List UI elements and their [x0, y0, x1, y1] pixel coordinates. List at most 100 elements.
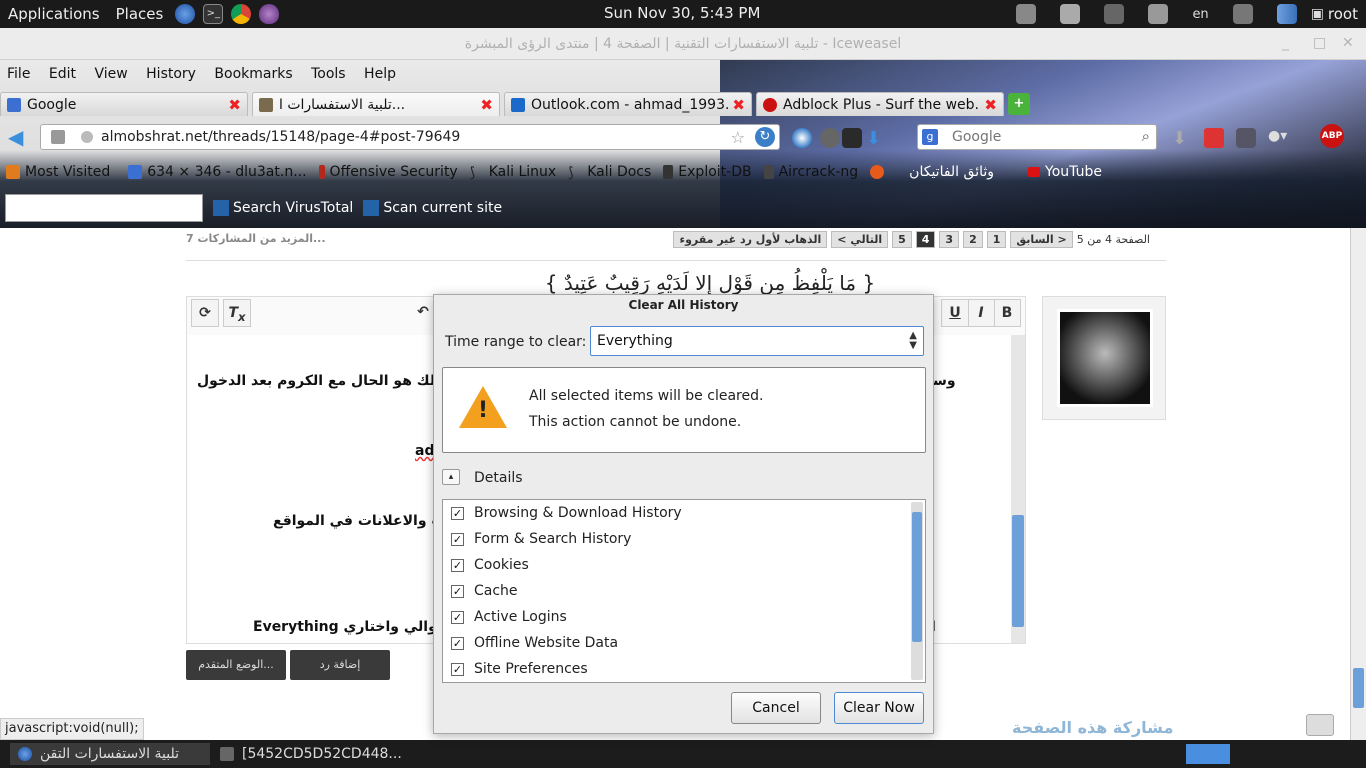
- url-bar[interactable]: almobshrat.net/threads/15148/page-4#post…: [40, 124, 780, 150]
- signal-icon[interactable]: [1276, 4, 1297, 24]
- page-scrollbar[interactable]: [1350, 228, 1366, 740]
- back-arrow-icon[interactable]: ◀: [8, 126, 30, 148]
- user-menu[interactable]: root: [1328, 5, 1358, 23]
- details-toggle-button[interactable]: ▴: [442, 469, 460, 485]
- bookmark-most-visited[interactable]: Most Visited: [6, 164, 110, 180]
- url-text[interactable]: almobshrat.net/threads/15148/page-4#post…: [101, 129, 460, 145]
- bluetooth-icon[interactable]: [1232, 4, 1253, 24]
- scan-current-site-button[interactable]: Scan current site: [363, 200, 502, 216]
- remove-format-icon[interactable]: Tx: [223, 299, 251, 327]
- list-scrollbar[interactable]: [911, 502, 923, 680]
- bookmark-unnamed[interactable]: [870, 165, 889, 179]
- home-icon[interactable]: [1204, 128, 1224, 148]
- search-virustotal-button[interactable]: Search VirusTotal: [213, 200, 353, 216]
- keyboard-layout[interactable]: en: [1192, 7, 1208, 22]
- notification-icon[interactable]: ●▾: [1268, 128, 1288, 148]
- workspace-switcher[interactable]: [1186, 744, 1230, 764]
- time-range-select[interactable]: Everything ▲ ▼: [590, 326, 924, 356]
- tab-close-icon[interactable]: ✖: [480, 96, 493, 114]
- bold-button[interactable]: B: [993, 299, 1021, 327]
- checkbox[interactable]: ✓: [451, 532, 464, 546]
- chrome-launcher-icon[interactable]: [231, 4, 252, 24]
- bookmark-kali-docs[interactable]: ⟆ Kali Docs: [568, 164, 651, 181]
- checkbox-active-logins[interactable]: ✓ Active Logins: [451, 607, 567, 627]
- pagination-page-4[interactable]: 4: [915, 231, 936, 248]
- menu-view[interactable]: View: [94, 66, 127, 82]
- minimize-icon[interactable]: _: [1282, 35, 1289, 51]
- clear-now-button[interactable]: Clear Now: [834, 692, 924, 724]
- pagination-next[interactable]: التالي >: [831, 231, 889, 248]
- checkbox-cache[interactable]: ✓ Cache: [451, 581, 518, 601]
- checkbox-browsing-history[interactable]: ✓ Browsing & Download History: [451, 503, 682, 523]
- reload-icon[interactable]: ↻: [755, 127, 775, 147]
- checkbox[interactable]: ✓: [451, 662, 464, 676]
- checkbox-site-preferences[interactable]: ✓ Site Preferences: [451, 659, 588, 679]
- downloads-icon[interactable]: ⬇: [1172, 128, 1192, 149]
- tab-close-icon[interactable]: ✖: [228, 96, 241, 114]
- details-label[interactable]: Details: [474, 470, 523, 486]
- checkbox[interactable]: ✓: [451, 506, 464, 520]
- search-box[interactable]: g ⌕: [917, 124, 1157, 150]
- tab-close-icon[interactable]: ✖: [984, 96, 997, 114]
- menu-help[interactable]: Help: [364, 66, 396, 82]
- menu-bookmarks[interactable]: Bookmarks: [214, 66, 292, 82]
- search-input[interactable]: [952, 128, 1132, 146]
- addon-badge-icon[interactable]: [842, 128, 862, 148]
- pagination-page-1[interactable]: 1: [986, 231, 1007, 248]
- addon-grid-icon[interactable]: [1236, 128, 1256, 148]
- site-identity-icon[interactable]: [81, 131, 93, 143]
- places-menu[interactable]: Places: [108, 0, 172, 28]
- new-tab-button[interactable]: +: [1008, 93, 1030, 115]
- source-toggle-icon[interactable]: ⟳: [191, 299, 219, 327]
- menu-edit[interactable]: Edit: [49, 66, 76, 82]
- tor-launcher-icon[interactable]: [259, 4, 280, 24]
- tab-google[interactable]: Google ✖: [0, 92, 248, 116]
- first-unread-button[interactable]: الذهاب لأول رد غير مقروء: [673, 231, 828, 248]
- iceweasel-launcher-icon[interactable]: [175, 4, 196, 24]
- bookmark-youtube[interactable]: YouTube: [1028, 164, 1102, 180]
- cancel-button[interactable]: Cancel: [731, 692, 821, 724]
- google-engine-icon[interactable]: g: [922, 129, 938, 145]
- avatar[interactable]: [1057, 309, 1153, 407]
- applications-menu[interactable]: Applications: [0, 0, 108, 28]
- help-icon[interactable]: [792, 128, 812, 148]
- checkbox[interactable]: ✓: [451, 636, 464, 650]
- post-reply-button[interactable]: إضافة رد: [290, 650, 390, 680]
- monitor-icon[interactable]: [1016, 4, 1037, 24]
- tab-forum[interactable]: تلبية الاستفسارات ا... ✖: [252, 92, 500, 116]
- drive-icon[interactable]: [1060, 4, 1081, 24]
- editor-scrollbar-thumb[interactable]: [1012, 515, 1024, 627]
- chat-icon[interactable]: ▣: [1311, 6, 1324, 22]
- adblock-button-icon[interactable]: ABP: [1320, 124, 1344, 148]
- clock[interactable]: Sun Nov 30, 5:43 PM: [604, 4, 760, 22]
- checkbox[interactable]: ✓: [451, 610, 464, 624]
- bookmark-vatican[interactable]: وثائق الفاتيكان: [909, 164, 994, 180]
- checkbox[interactable]: ✓: [451, 558, 464, 572]
- bookmark-star-icon[interactable]: ☆: [731, 128, 745, 147]
- advanced-mode-button[interactable]: الوضع المتقدم...: [186, 650, 286, 680]
- checkbox-offline-data[interactable]: ✓ Offline Website Data: [451, 633, 618, 653]
- volume-muted-icon[interactable]: [1104, 4, 1125, 24]
- download-arrow-icon[interactable]: ⬇: [866, 128, 886, 149]
- pagination-page-2[interactable]: 2: [963, 231, 983, 248]
- list-scrollbar-thumb[interactable]: [912, 512, 922, 642]
- task-terminal[interactable]: [5452CD5D52CD448...: [220, 743, 402, 765]
- checkbox-cookies[interactable]: ✓ Cookies: [451, 555, 529, 575]
- bookmark-aircrack[interactable]: Aircrack-ng: [763, 164, 858, 180]
- underline-button[interactable]: U: [941, 299, 969, 327]
- maximize-icon[interactable]: □: [1313, 35, 1326, 51]
- tab-outlook[interactable]: Outlook.com - ahmad_1993... ✖: [504, 92, 752, 116]
- menu-tools[interactable]: Tools: [311, 66, 346, 82]
- bookmark-kali-linux[interactable]: ⟆ Kali Linux: [470, 164, 556, 181]
- terminal-launcher-icon[interactable]: >_: [203, 4, 224, 24]
- task-iceweasel[interactable]: تلبية الاستفسارات التقن: [10, 743, 210, 765]
- pagination-prev[interactable]: < السابق: [1010, 231, 1073, 248]
- italic-button[interactable]: I: [967, 299, 995, 327]
- tor-button-icon[interactable]: [820, 128, 840, 148]
- toggle-switch-icon[interactable]: [1306, 714, 1334, 736]
- virustotal-input[interactable]: [5, 194, 203, 222]
- editor-scrollbar[interactable]: [1011, 335, 1025, 643]
- pagination-page-3[interactable]: 3: [939, 231, 960, 248]
- search-icon[interactable]: ⌕: [1142, 127, 1150, 145]
- page-info-icon[interactable]: [51, 130, 65, 144]
